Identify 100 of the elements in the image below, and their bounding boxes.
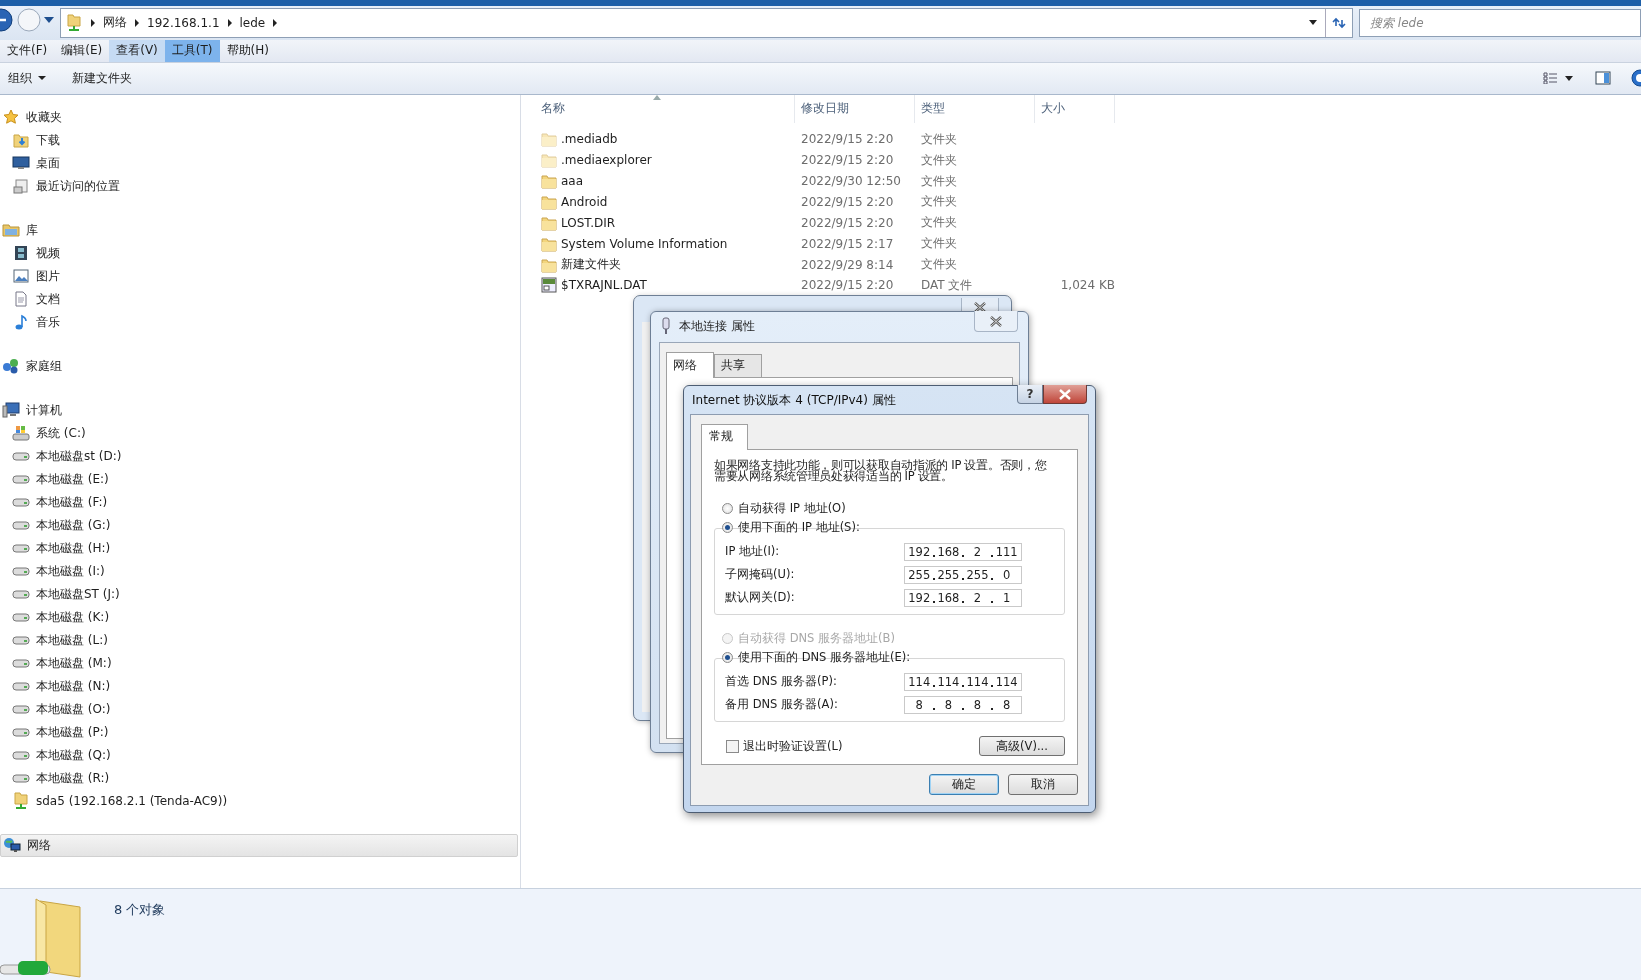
radio-option[interactable]: 使用下面的 DNS 服务器地址(E): — [714, 648, 911, 667]
close-icon — [973, 301, 987, 313]
sidebar-item[interactable]: 本地磁盘 (M:) — [0, 651, 520, 675]
ip-address-field[interactable]: 192 168 2 1 — [904, 588, 1022, 607]
sidebar-item[interactable]: 家庭组 — [0, 354, 520, 378]
table-cell-text: DAT 文件 — [920, 277, 974, 294]
sidebar-item[interactable]: 本地磁盘 (O:) — [0, 697, 520, 721]
field-label: 默认网关(D): — [725, 590, 795, 605]
table-cell-text: 2022/9/15 2:20 — [800, 215, 895, 230]
homegroup-icon — [2, 358, 20, 375]
sidebar-item[interactable]: 本地磁盘 (I:) — [0, 559, 520, 583]
file-name[interactable]: .mediadb — [561, 132, 618, 147]
refresh-icon — [1332, 16, 1346, 29]
file-name[interactable]: .mediaexplorer — [561, 153, 652, 168]
table-cell-text: 文件夹 — [920, 151, 958, 169]
view-list-icon — [1543, 72, 1575, 85]
close-icon — [989, 315, 1003, 327]
drive-icon — [12, 704, 30, 715]
sidebar-item[interactable]: 本地磁盘 (F:) — [0, 490, 520, 514]
network-plug-icon — [661, 317, 671, 335]
sidebar-item[interactable]: 系统 (C:) — [0, 421, 520, 445]
table-cell-text: 2022/9/15 2:20 — [800, 153, 895, 168]
sidebar-item[interactable]: 本地磁盘 (R:) — [0, 766, 520, 790]
help-button[interactable]: ? — [1017, 385, 1043, 404]
sidebar-item[interactable]: 视频 — [0, 241, 520, 265]
sidebar-item[interactable]: 图片 — [0, 264, 520, 288]
file-name[interactable]: 新建文件夹 — [561, 256, 621, 274]
system-drive-icon — [12, 425, 30, 442]
file-name[interactable]: aaa — [561, 174, 584, 189]
advanced-button[interactable]: 高级(V)... — [979, 736, 1065, 756]
field-label: 备用 DNS 服务器(A): — [725, 697, 838, 712]
file-name[interactable]: Android — [561, 194, 608, 209]
window-title: Internet 协议版本 4 (TCP/IPv4) 属性 — [692, 391, 896, 409]
checkbox-option[interactable]: 退出时验证设置(L) — [714, 738, 843, 754]
dialog-button[interactable]: 确定 — [929, 774, 999, 795]
table-cell-text: 文件夹 — [920, 172, 958, 190]
column-header[interactable]: 大小 — [1035, 94, 1115, 123]
tab[interactable]: 共享 — [714, 354, 762, 377]
sidebar-item[interactable]: 本地磁盘 (Q:) — [0, 743, 520, 767]
music-note-icon — [14, 314, 28, 331]
forward-button-icon — [16, 6, 42, 33]
ip-address-field[interactable]: 8 8 8 8 — [904, 695, 1022, 714]
ip-address-field[interactable]: 255 255 255 0 — [904, 565, 1022, 584]
drive-icon — [12, 543, 30, 554]
sidebar-item[interactable]: 计算机 — [0, 398, 520, 422]
picture-icon — [13, 269, 29, 284]
menu-item[interactable]: 帮助(H) — [219, 39, 276, 62]
search-field[interactable]: 搜索 lede — [1359, 8, 1641, 37]
sidebar-item[interactable]: sda5 (192.168.2.1 (Tenda-AC9)) — [0, 789, 520, 813]
sidebar-item[interactable]: 下载 — [0, 128, 520, 152]
sidebar-item[interactable]: 本地磁盘 (H:) — [0, 536, 520, 560]
menu-item[interactable]: 编辑(E) — [54, 39, 110, 62]
close-button[interactable] — [1043, 385, 1087, 404]
toolbar-button[interactable]: 组织 — [0, 66, 54, 90]
drive-icon — [12, 451, 30, 462]
drive-icon — [12, 773, 30, 784]
file-name[interactable]: LOST.DIR — [561, 215, 616, 230]
table-cell-text: 文件夹 — [920, 256, 958, 274]
sidebar-item[interactable]: 库 — [0, 218, 520, 242]
radio-option[interactable]: 自动获得 IP 地址(O) — [714, 499, 846, 518]
sidebar-item[interactable]: 本地磁盘 (G:) — [0, 513, 520, 537]
sidebar-item[interactable]: 本地磁盘 (K:) — [0, 605, 520, 629]
sidebar-item[interactable]: 本地磁盘 (P:) — [0, 720, 520, 744]
sidebar-item[interactable]: 最近访问的位置 — [0, 174, 520, 198]
ip-address-field[interactable]: 192 168 2 111 — [904, 542, 1022, 561]
file-name[interactable]: System Volume Information — [561, 236, 728, 251]
file-name[interactable]: $TXRAJNL.DAT — [561, 278, 647, 293]
drive-icon — [12, 589, 30, 600]
close-button[interactable] — [974, 311, 1018, 332]
table-cell-text: 2022/9/30 12:50 — [800, 174, 902, 189]
column-header[interactable]: 修改日期 — [795, 94, 915, 123]
toolbar-button[interactable]: 新建文件夹 — [64, 66, 140, 90]
dialog-button[interactable]: 取消 — [1008, 774, 1078, 795]
sidebar-item[interactable]: 音乐 — [0, 310, 520, 334]
sidebar-item[interactable]: 本地磁盘st (D:) — [0, 444, 520, 468]
tab[interactable]: 常规 — [701, 424, 748, 450]
tab[interactable]: 网络 — [666, 352, 714, 378]
sidebar-item[interactable]: 桌面 — [0, 151, 520, 175]
description-text: 如果网络支持此功能，则可以获取自动指派的 IP 设置。否则，您需要从网络系统管理员处获得适当的 IP 设置。 — [714, 460, 1048, 482]
sidebar-item[interactable]: 本地磁盘 (N:) — [0, 674, 520, 698]
ip-address-field[interactable]: 114 114 114 114 — [904, 672, 1022, 691]
menu-item[interactable]: 查看(V) — [109, 39, 165, 62]
breadcrumb-item[interactable]: 192.168.1.1 — [147, 15, 220, 30]
sidebar-item[interactable]: 文档 — [0, 287, 520, 311]
sidebar-item[interactable]: 本地磁盘ST (J:) — [0, 582, 520, 606]
address-field[interactable]: 网络 192.168.1.1 lede — [60, 7, 1353, 38]
table-cell-text: 文件夹 — [920, 235, 958, 253]
menu-item[interactable]: 文件(F) — [0, 39, 55, 62]
breadcrumb-item[interactable]: lede — [239, 15, 266, 30]
column-header[interactable]: 类型 — [915, 94, 1035, 123]
drive-icon — [12, 635, 30, 646]
sidebar-item[interactable]: 本地磁盘 (L:) — [0, 628, 520, 652]
radio-option[interactable]: 使用下面的 IP 地址(S): — [714, 518, 860, 537]
sidebar-item[interactable]: 网络 — [0, 833, 518, 857]
breadcrumb-item[interactable]: 网络 — [103, 14, 127, 32]
monitor-icon — [12, 156, 30, 171]
table-cell-text: 文件夹 — [920, 130, 958, 148]
sidebar-item[interactable]: 收藏夹 — [0, 105, 520, 129]
table-cell-text: 文件夹 — [920, 193, 958, 211]
sidebar-item[interactable]: 本地磁盘 (E:) — [0, 467, 520, 491]
